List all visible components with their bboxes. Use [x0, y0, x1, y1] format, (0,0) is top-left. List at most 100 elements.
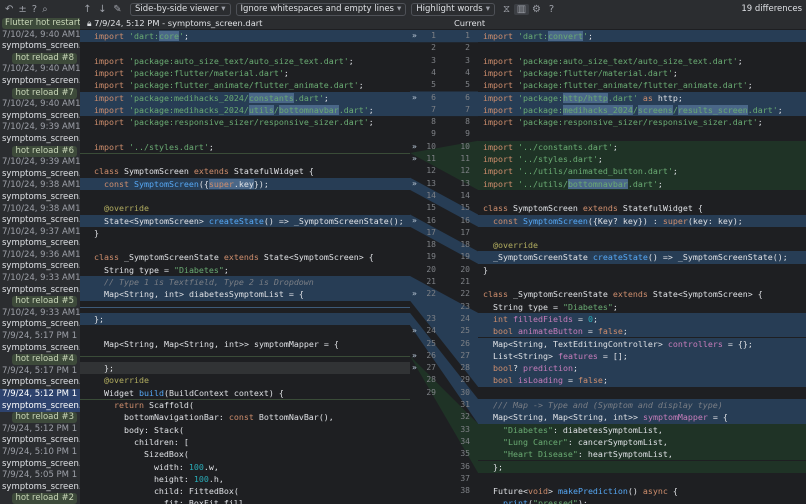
chevron-down-icon: ▾ [485, 3, 490, 14]
left-line-number: 18 [426, 240, 436, 250]
plus-minus-icon[interactable]: ± [18, 4, 26, 15]
search-icon[interactable]: ⌕ [42, 4, 48, 15]
history-item[interactable]: 7/10/24, 9:39 AM1 file [0, 122, 80, 134]
history-item[interactable]: symptoms_screen.dart [0, 76, 80, 88]
right-line-number: 26 [460, 338, 470, 348]
history-item[interactable]: symptoms_screen.dart [0, 215, 80, 227]
right-line-number: 3 [465, 55, 470, 65]
code-line: // Type 1 is Textfield, Type 2 is Dropdo… [80, 276, 410, 289]
history-tag[interactable]: hot reload #6 [0, 145, 80, 158]
history-item[interactable]: symptoms_screen.dart [0, 134, 80, 146]
left-line-number: 27 [426, 363, 436, 373]
code-line: String type = "Diabetes"; [493, 301, 618, 312]
history-item[interactable]: symptoms_screen.dart [0, 459, 80, 471]
left-code-pane[interactable]: import 'dart:core'; import 'package:auto_… [80, 29, 410, 504]
history-tag[interactable]: hot reload #7 [0, 87, 80, 100]
history-item[interactable]: 7/10/24, 9:37 AM1 file [0, 227, 80, 239]
code-line: State<SymptomScreen> createState() => _S… [80, 214, 410, 227]
history-item[interactable]: symptoms_screen.dart [0, 192, 80, 204]
tag-label: hot reload #3 [12, 412, 77, 424]
history-tag[interactable]: hot reload #5 [0, 296, 80, 308]
code-line: _SymptomScreenState createState() => _Sy… [478, 251, 806, 264]
down-arrow-icon[interactable]: ↓ [95, 4, 110, 15]
highlight-dropdown[interactable]: Highlight words ▾ [411, 2, 495, 16]
history-item[interactable]: 7/10/24, 9:38 AM1 file [0, 180, 80, 192]
history-tag[interactable]: hot reload #8 [0, 52, 80, 65]
side-by-side-icon[interactable]: ▥ [513, 3, 529, 15]
up-arrow-icon[interactable]: ↑ [80, 4, 95, 15]
right-line-number: 23 [460, 301, 470, 311]
code-line: print("pressed"); [502, 498, 588, 504]
history-item[interactable]: symptoms_screen.dart [0, 377, 80, 389]
right-line-number: 13 [460, 178, 470, 188]
history-tag[interactable]: hot reload #4 [0, 354, 80, 366]
history-item[interactable]: symptoms_screen.dart [0, 41, 80, 53]
history-item[interactable]: symptoms_screen.dart [0, 238, 80, 250]
code-line: import 'package:responsive_sizer/respons… [94, 117, 374, 128]
history-item[interactable]: symptoms_screen.dart [0, 343, 80, 355]
right-line-number: 11 [460, 154, 470, 163]
history-tag[interactable]: hot reload #3 [0, 412, 80, 424]
history-item[interactable]: 7/10/24, 9:40 AM1 file [0, 30, 80, 42]
right-line-number: 36 [460, 461, 470, 471]
history-item[interactable]: 7/10/24, 9:36 AM1 file [0, 250, 80, 262]
history-item[interactable]: symptoms_screen.dart [0, 169, 80, 181]
history-item[interactable]: symptoms_screen.dart [0, 435, 80, 447]
help-icon[interactable]: ? [32, 4, 37, 15]
code-line: Future<void> makePrediction() async { [493, 486, 678, 497]
history-item[interactable]: 7/9/24, 5:17 PM 1 file [0, 331, 80, 343]
history-item[interactable]: 7/9/24, 5:12 PM 1 file [0, 424, 80, 436]
code-line: import 'package:flutter_animate/flutter_… [483, 80, 753, 91]
history-item[interactable]: 7/9/24, 5:10 PM 1 file [0, 447, 80, 459]
whitespace-dropdown[interactable]: Ignore whitespaces and empty lines ▾ [235, 2, 407, 16]
left-line-number: 14 [426, 190, 436, 200]
settings-icon[interactable]: ⚙ [529, 4, 544, 15]
differences-count: 19 differences [741, 4, 802, 14]
code-line: return Scaffold( [113, 400, 194, 410]
history-item[interactable]: symptoms_screen.dart [0, 319, 80, 331]
history-tag[interactable]: Flutter hot restart [0, 18, 80, 30]
history-item[interactable]: symptoms_screen.dart [0, 261, 80, 273]
history-item[interactable]: 7/10/24, 9:40 AM1 file [0, 99, 80, 111]
code-line: Map<String, int> diabetesSymptomList = { [80, 288, 410, 301]
history-list: Flutter hot restart7/10/24, 9:40 AM1 fil… [0, 18, 80, 504]
history-item[interactable]: 7/10/24, 9:33 AM1 file [0, 308, 80, 320]
history-tag[interactable]: hot reload #2 [0, 493, 80, 504]
history-item[interactable]: 7/10/24, 9:39 AM1 file [0, 157, 80, 169]
revert-icon[interactable]: ↶ [5, 4, 13, 15]
history-item[interactable]: 7/9/24, 5:05 PM 1 file [0, 470, 80, 482]
help-icon[interactable]: ? [544, 4, 559, 15]
viewer-dropdown[interactable]: Side-by-side viewer ▾ [130, 2, 231, 16]
history-item[interactable]: symptoms_screen.dart [0, 482, 80, 494]
right-line-number: 15 [460, 203, 470, 213]
right-line-number: 19 [460, 252, 470, 262]
history-item[interactable]: 7/9/24, 5:12 PM 1 file [0, 389, 80, 401]
left-line-number: 25 [426, 338, 436, 348]
left-line-number: 9 [431, 129, 436, 139]
history-item[interactable]: 7/10/24, 9:40 AM1 file [0, 64, 80, 76]
right-line-number: 32 [460, 412, 470, 422]
left-line-number: 5 [431, 80, 436, 90]
history-item[interactable]: symptoms_screen.dart [0, 285, 80, 297]
code-line: @override [104, 203, 149, 214]
code-line: import 'package:medihacks_2024/utils/bot… [80, 103, 410, 117]
edit-icon[interactable]: ✎ [110, 4, 125, 15]
right-line-number: 21 [460, 277, 470, 286]
right-line-number: 8 [465, 117, 470, 127]
code-line: import '../constants.dart'; [478, 140, 806, 153]
history-item[interactable]: symptoms_screen.dart [0, 111, 80, 123]
history-item[interactable]: symptoms_screen.dart [0, 400, 80, 413]
right-line-number: 2 [465, 43, 470, 53]
right-code-pane[interactable]: import 'dart:convert'; import 'package:au… [478, 29, 806, 504]
left-line-number: 1 [431, 31, 436, 40]
collapse-icon[interactable]: ⧖ [499, 4, 514, 15]
code-line: } [94, 227, 99, 238]
history-item[interactable]: 7/9/24, 5:17 PM 1 file [0, 366, 80, 378]
history-item[interactable]: 7/10/24, 9:38 AM1 file [0, 204, 80, 216]
history-item[interactable]: 7/10/24, 9:33 AM1 file [0, 273, 80, 285]
right-line-number: 31 [460, 400, 470, 409]
